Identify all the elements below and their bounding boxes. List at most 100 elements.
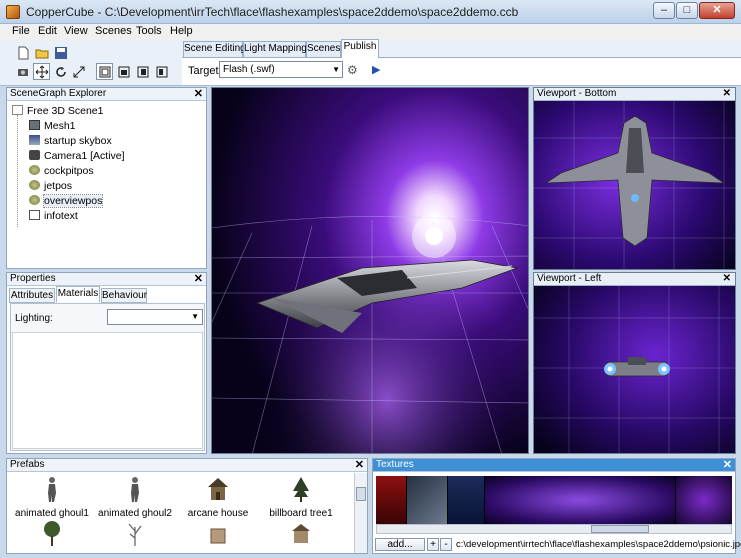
viewport-left-close-icon[interactable]: ✕ xyxy=(723,273,731,285)
lighting-select[interactable]: ▼ xyxy=(107,309,203,325)
prefab-label: animated ghoul1 xyxy=(15,508,89,519)
main-3d-viewport[interactable] xyxy=(211,87,529,454)
skybox-icon xyxy=(29,135,40,145)
tab-scenes[interactable]: Scenes xyxy=(306,41,341,57)
prefab-label: arcane house xyxy=(187,508,249,519)
texture-thumb-psionic[interactable] xyxy=(485,476,675,524)
prefab-billboard-tree1[interactable]: billboard tree1 xyxy=(256,475,346,519)
add-texture-button[interactable]: add... xyxy=(375,538,425,551)
tab-attributes[interactable]: Attributes xyxy=(9,288,55,303)
viewport-left[interactable]: Viewport - Left ✕ xyxy=(533,272,736,454)
new-file-icon[interactable] xyxy=(14,44,31,61)
menu-edit[interactable]: Edit xyxy=(38,25,57,37)
position-icon xyxy=(29,195,40,205)
texture-minus-button[interactable]: - xyxy=(440,538,452,551)
tree-item-overviewpos[interactable]: overviewpos xyxy=(7,193,202,208)
viewport-left-render xyxy=(534,273,735,453)
tree-item-infotext[interactable]: infotext xyxy=(7,208,202,223)
scenegraph-panel: SceneGraph Explorer ✕ Free 3D Scene1 Mes… xyxy=(6,87,207,269)
camera-move-icon[interactable] xyxy=(14,63,31,80)
ghoul-icon xyxy=(131,477,139,502)
publish-settings-gear-icon[interactable]: ⚙ xyxy=(347,63,358,77)
tree-root[interactable]: Free 3D Scene1 xyxy=(7,103,202,118)
menu-bar: File Edit View Scenes Tools Help xyxy=(0,24,741,40)
tree-item-label: infotext xyxy=(44,210,78,222)
text-icon xyxy=(29,210,40,220)
textures-close-icon[interactable]: ✕ xyxy=(723,459,732,471)
viewport-left-title: Viewport - Left xyxy=(537,273,602,284)
lighting-label: Lighting: xyxy=(15,313,53,324)
prefab-label: animated ghoul2 xyxy=(98,508,172,519)
camera-icon xyxy=(29,150,40,160)
prefab-arcane-house[interactable]: arcane house xyxy=(173,475,263,519)
view-side-icon[interactable] xyxy=(153,63,170,80)
prefab-row2-item1[interactable] xyxy=(7,519,97,552)
rotate-tool-icon[interactable] xyxy=(52,63,69,80)
properties-close-icon[interactable]: ✕ xyxy=(194,273,203,285)
mesh-icon xyxy=(29,120,40,130)
menu-help[interactable]: Help xyxy=(170,25,193,37)
viewport-bottom-close-icon[interactable]: ✕ xyxy=(723,88,731,100)
texture-thumb[interactable] xyxy=(448,476,484,524)
prefab-row2-item4[interactable] xyxy=(256,519,346,552)
tree-item-camera1[interactable]: Camera1 [Active] xyxy=(7,148,202,163)
menu-scenes[interactable]: Scenes xyxy=(95,25,132,37)
tab-scene-editing[interactable]: Scene Editing xyxy=(183,41,246,57)
prefab-row2-item2[interactable] xyxy=(90,519,180,552)
view-top-icon[interactable] xyxy=(115,63,132,80)
menu-file[interactable]: File xyxy=(12,25,30,37)
tree-root-label: Free 3D Scene1 xyxy=(27,105,104,117)
properties-title: Properties xyxy=(10,273,56,284)
position-icon xyxy=(29,165,40,175)
textures-strip[interactable] xyxy=(376,476,732,524)
prefab-animated-ghoul2[interactable]: animated ghoul2 xyxy=(90,475,180,519)
view-perspective-icon[interactable] xyxy=(96,63,113,80)
move-tool-icon[interactable] xyxy=(33,63,50,80)
texture-plus-button[interactable]: + xyxy=(427,538,439,551)
tree-item-jetpos[interactable]: jetpos xyxy=(7,178,202,193)
prefab-animated-ghoul1[interactable]: animated ghoul1 xyxy=(7,475,97,519)
tree-item-startup-skybox[interactable]: startup skybox xyxy=(7,133,202,148)
tab-light-mapping[interactable]: Light Mapping xyxy=(243,41,307,57)
texture-thumb[interactable] xyxy=(676,476,732,524)
scenegraph-close-icon[interactable]: ✕ xyxy=(194,88,203,100)
viewport-left-header: Viewport - Left ✕ xyxy=(534,273,735,286)
tab-materials[interactable]: Materials xyxy=(56,286,100,303)
textures-scrollbar[interactable] xyxy=(376,524,732,534)
scale-tool-icon[interactable] xyxy=(70,63,87,80)
tree-item-cockpitpos[interactable]: cockpitpos xyxy=(7,163,202,178)
texture-thumb[interactable] xyxy=(376,476,406,524)
tab-behaviour[interactable]: Behaviour xyxy=(101,288,147,303)
textures-panel: Textures ✕ add... + - c:\development\irr… xyxy=(372,458,741,554)
bare-tree-icon xyxy=(128,523,142,546)
tab-publish[interactable]: Publish xyxy=(341,39,379,58)
prefabs-panel: Prefabs ✕ animated ghoul1 animated ghoul… xyxy=(6,458,368,554)
materials-list[interactable] xyxy=(12,332,203,449)
viewport-bottom[interactable]: Viewport - Bottom ✕ xyxy=(533,87,736,270)
publish-play-icon[interactable]: ▶ xyxy=(372,63,380,76)
menu-tools[interactable]: Tools xyxy=(136,25,162,37)
house-icon xyxy=(292,524,310,543)
maximize-button[interactable]: □ xyxy=(676,2,698,19)
texture-path: c:\development\irrtech\flace\flashexampl… xyxy=(456,539,741,550)
prefabs-scroll-thumb[interactable] xyxy=(356,487,366,501)
viewport-bottom-title: Viewport - Bottom xyxy=(537,88,617,99)
prefabs-scrollbar[interactable] xyxy=(354,473,367,553)
viewport-bottom-header: Viewport - Bottom ✕ xyxy=(534,88,735,101)
target-select[interactable]: Flash (.swf) ▼ xyxy=(219,61,343,78)
prefabs-close-icon[interactable]: ✕ xyxy=(355,459,364,471)
open-folder-icon[interactable] xyxy=(33,44,50,61)
menu-view[interactable]: View xyxy=(64,25,88,37)
view-front-icon[interactable] xyxy=(134,63,151,80)
chevron-down-icon: ▼ xyxy=(332,65,340,74)
prefab-row2-item3[interactable] xyxy=(173,519,263,552)
tree-item-label: Mesh1 xyxy=(44,120,76,132)
minimize-button[interactable]: – xyxy=(653,2,675,19)
texture-thumb[interactable] xyxy=(407,476,447,524)
tree-item-label: overviewpos xyxy=(42,194,104,208)
textures-scroll-thumb[interactable] xyxy=(591,525,649,533)
save-icon[interactable] xyxy=(52,44,69,61)
tree-item-mesh1[interactable]: Mesh1 xyxy=(7,118,202,133)
scene-icon xyxy=(12,105,23,115)
close-button[interactable]: ✕ xyxy=(699,2,735,19)
